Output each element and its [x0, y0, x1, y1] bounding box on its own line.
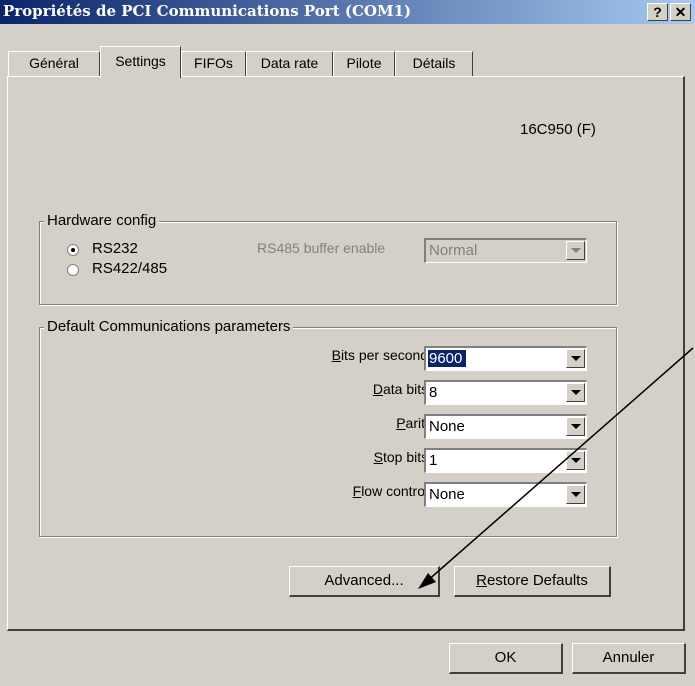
annotation-arrow [418, 347, 694, 589]
annotation-arrow-line [425, 347, 694, 583]
